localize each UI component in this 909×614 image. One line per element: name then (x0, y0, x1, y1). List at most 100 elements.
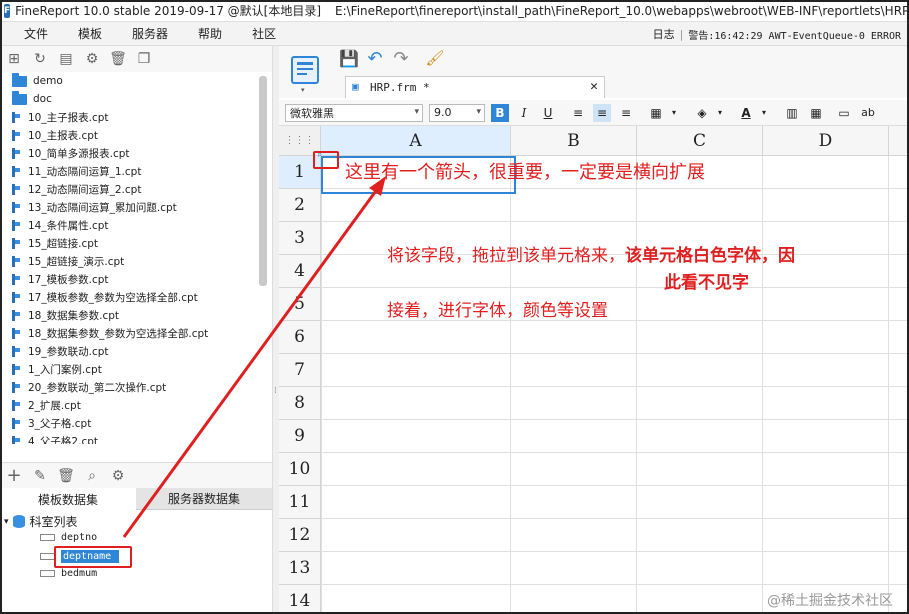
menu-help[interactable]: 帮助 (183, 25, 237, 42)
save-icon[interactable]: 💾 (339, 49, 359, 68)
row-header[interactable]: 7 (279, 354, 321, 387)
menu-community[interactable]: 社区 (237, 25, 291, 42)
border-dropdown-icon[interactable]: ▾ (665, 104, 683, 122)
report-file-icon (12, 381, 21, 393)
format-painter-icon[interactable]: 🖌 (425, 49, 444, 67)
panel-splitter[interactable]: ⁞ (272, 46, 279, 614)
file-tree-scrollbar[interactable] (259, 76, 267, 286)
file-item[interactable]: 15_超链接.cpt (0, 234, 272, 252)
fill-color-icon[interactable]: ◈ (693, 104, 711, 122)
delete-dataset-icon[interactable]: 🗑 (57, 468, 75, 484)
file-item[interactable]: 19_参数联动.cpt (0, 342, 272, 360)
collapse-icon[interactable]: ▾ (4, 517, 9, 527)
refresh-icon[interactable]: ↻ (32, 51, 48, 67)
preview-icon[interactable]: ⌕ (84, 468, 100, 484)
file-item[interactable]: 10_主子报表.cpt (0, 108, 272, 126)
tab-server-dataset[interactable]: 服务器数据集 (136, 488, 272, 510)
open-icon[interactable]: ▤ (58, 51, 74, 67)
menu-template[interactable]: 模板 (63, 25, 117, 42)
dataset-settings-icon[interactable]: ⚙ (110, 468, 126, 484)
split-cells-icon[interactable]: ▦ (807, 104, 825, 122)
template-icon[interactable] (291, 56, 319, 84)
file-item[interactable]: 18_数据集参数_参数为空选择全部.cpt (0, 324, 272, 342)
field-item[interactable]: deptno (40, 532, 97, 543)
add-dataset-icon[interactable]: + (6, 465, 22, 486)
report-file-icon (12, 255, 21, 267)
column-header-b[interactable]: B (511, 126, 637, 156)
text-cell-icon[interactable]: ab (859, 104, 877, 122)
row-header[interactable]: 12 (279, 519, 321, 552)
close-tab-icon[interactable]: ✕ (590, 79, 598, 94)
dropdown-arrow-icon[interactable]: ▾ (301, 86, 305, 94)
fill-dropdown-icon[interactable]: ▾ (711, 104, 729, 122)
redo-icon[interactable]: ↷ (393, 48, 409, 69)
log-button[interactable]: 日志 (653, 26, 675, 42)
dataset-node[interactable]: ▾ 科室列表 (4, 513, 78, 530)
column-header-a[interactable]: A (321, 126, 511, 156)
column-header-c[interactable]: C (637, 126, 763, 156)
file-item[interactable]: 13_动态隔间运算_累加问题.cpt (0, 198, 272, 216)
field-item[interactable]: bedmum (40, 568, 97, 579)
file-item[interactable]: 3_父子格.cpt (0, 414, 272, 432)
font-color-dropdown-icon[interactable]: ▾ (755, 104, 773, 122)
column-header-d[interactable]: D (763, 126, 889, 156)
row-header[interactable]: 9 (279, 420, 321, 453)
row-header[interactable]: 14 (279, 585, 321, 614)
bold-button[interactable]: B (491, 103, 509, 122)
selected-field-highlight (54, 546, 132, 568)
border-icon[interactable]: ▦ (647, 104, 665, 122)
font-size-select[interactable]: 9.0 ▾ (429, 103, 485, 122)
delete-icon[interactable]: 🗑 (109, 51, 127, 67)
file-item[interactable]: 10_简单多源报表.cpt (0, 144, 272, 162)
grid-row-line (321, 551, 909, 552)
file-item[interactable]: 20_参数联动_第二次操作.cpt (0, 378, 272, 396)
row-header[interactable]: 10 (279, 453, 321, 486)
align-right-icon[interactable]: ≡ (617, 104, 635, 122)
font-color-icon[interactable]: A (737, 104, 755, 122)
align-center-icon[interactable]: ≡ (593, 103, 611, 122)
row-header[interactable]: 8 (279, 387, 321, 420)
row-header[interactable]: 4 (279, 255, 321, 288)
status-divider: | (679, 27, 684, 41)
settings-icon[interactable]: ⚙ (84, 51, 100, 67)
file-item[interactable]: 1_入门案例.cpt (0, 360, 272, 378)
dataset-name: 科室列表 (29, 515, 78, 529)
row-header[interactable]: 11 (279, 486, 321, 519)
file-tab-icon: ▣ (352, 80, 359, 93)
tab-template-dataset[interactable]: 模板数据集 (0, 488, 136, 510)
font-select[interactable]: 微软雅黑 ▾ (285, 103, 423, 122)
copy-icon[interactable]: ❐ (136, 51, 152, 67)
file-item[interactable]: 12_动态隔间运算_2.cpt (0, 180, 272, 198)
italic-button[interactable]: I (515, 104, 533, 122)
file-item[interactable]: 15_超链接_演示.cpt (0, 252, 272, 270)
file-item[interactable]: 2_扩展.cpt (0, 396, 272, 414)
merge-cells-icon[interactable]: ▥ (783, 104, 801, 122)
menu-server[interactable]: 服务器 (117, 25, 183, 42)
file-tab[interactable]: ▣ HRP.frm * ✕ (345, 76, 605, 98)
app-logo-icon: F (4, 3, 11, 18)
row-header[interactable]: 3 (279, 222, 321, 255)
row-header[interactable]: 2 (279, 189, 321, 222)
file-item[interactable]: 11_动态隔间运算_1.cpt (0, 162, 272, 180)
file-item[interactable]: 17_模板参数.cpt (0, 270, 272, 288)
edit-icon[interactable]: ✎ (32, 468, 48, 484)
align-left-icon[interactable]: ≡ (569, 104, 587, 122)
file-item[interactable]: 17_模板参数_参数为空选择全部.cpt (0, 288, 272, 306)
file-item[interactable]: 4_父子格2.cpt (0, 432, 272, 444)
tree-item-label: 20_参数联动_第二次操作.cpt (28, 381, 167, 394)
folder-item[interactable]: demo (0, 72, 272, 90)
underline-button[interactable]: U (539, 104, 557, 122)
file-item[interactable]: 18_数据集参数.cpt (0, 306, 272, 324)
undo-icon[interactable]: ↶ (367, 48, 383, 69)
row-header[interactable]: 6 (279, 321, 321, 354)
new-folder-icon[interactable]: ⊞ (6, 51, 22, 67)
row-header[interactable]: 5 (279, 288, 321, 321)
file-item[interactable]: 10_主报表.cpt (0, 126, 272, 144)
row-header[interactable]: 13 (279, 552, 321, 585)
warning-text[interactable]: 警告:16:42:29 AWT-EventQueue-0 ERROR (688, 27, 901, 42)
grid-column-line (636, 156, 637, 614)
folder-item[interactable]: doc (0, 90, 272, 108)
menu-file[interactable]: 文件 (0, 25, 63, 42)
file-item[interactable]: 14_条件属性.cpt (0, 216, 272, 234)
insert-row-icon[interactable]: ▭ (835, 104, 853, 122)
